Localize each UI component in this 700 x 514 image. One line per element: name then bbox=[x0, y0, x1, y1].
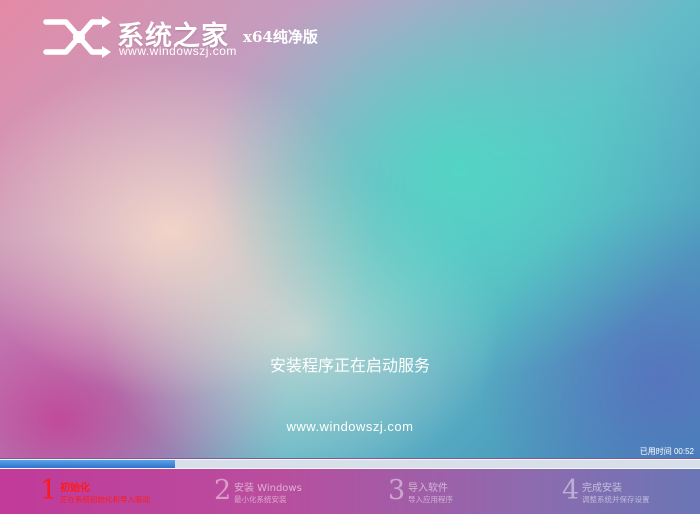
site-url: www.windowszj.com bbox=[286, 419, 414, 434]
step-title: 初始化 bbox=[60, 483, 90, 494]
step-title: 导入软件 bbox=[408, 483, 448, 494]
step-number: 3 bbox=[388, 475, 406, 506]
step-subtitle: 正在系统初始化和导入驱动 bbox=[60, 495, 150, 504]
step-subtitle: 最小化系统安装 bbox=[234, 495, 287, 504]
elapsed-value: 00:52 bbox=[673, 447, 694, 456]
installer-background: 系统之家 x64纯净版 www.windowszj.com 安装程序正在启动服务… bbox=[0, 0, 700, 458]
elapsed-label: 已用时间 bbox=[639, 447, 672, 456]
brand-logo-icon bbox=[43, 16, 111, 58]
elapsed-time: 已用时间 00:52 bbox=[640, 446, 694, 457]
install-steps-bar: 1 初始化 正在系统初始化和导入驱动 2 安装 Windows 最小化系统安装 … bbox=[0, 469, 700, 514]
step-number: 2 bbox=[214, 475, 232, 506]
brand-url: www.windowszj.com bbox=[119, 44, 237, 58]
status-message: 安装程序正在启动服务 bbox=[269, 356, 430, 375]
step-title: 安装 Windows bbox=[234, 483, 302, 494]
step-subtitle: 导入应用程序 bbox=[408, 495, 453, 504]
install-progress-bar bbox=[0, 459, 700, 469]
brand-edition: x64纯净版 bbox=[243, 28, 318, 46]
install-progress-fill bbox=[0, 460, 175, 468]
step-subtitle: 调整系统并保存设置 bbox=[582, 495, 650, 504]
step-number: 1 bbox=[40, 475, 58, 506]
step-title: 完成安装 bbox=[582, 483, 622, 494]
step-number: 4 bbox=[562, 475, 580, 506]
